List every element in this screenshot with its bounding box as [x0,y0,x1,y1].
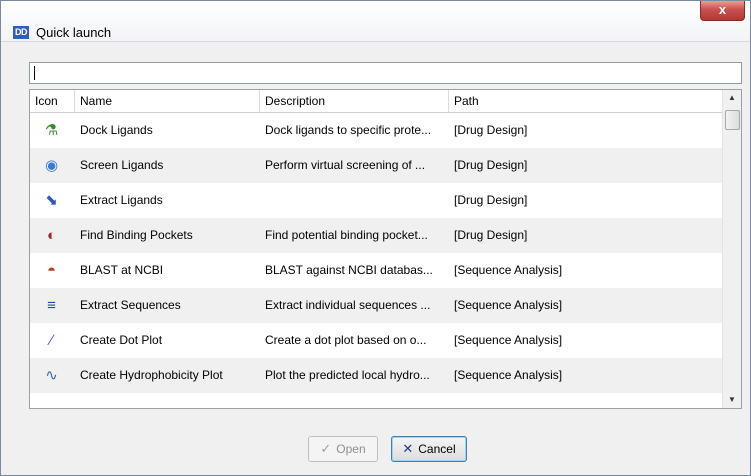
icon-cell: ≡ [30,288,75,323]
binding-pockets-icon: ◐ [46,227,57,244]
icon-cell: ◉ [30,148,75,183]
scroll-up-icon[interactable]: ▲ [723,90,741,106]
search-field[interactable] [29,62,742,84]
table-header: Icon Name Description Path [30,90,723,113]
extract-ligands-icon: ⬊ [45,192,58,209]
name-cell: Extract Ligands [80,193,163,207]
table-row[interactable]: ∕ Create Dot Plot Create a dot plot based … [30,323,723,358]
column-header-icon[interactable]: Icon [30,90,75,112]
table-row[interactable]: ≡ Extract Sequences Extract individual seq… [30,288,723,323]
table-row[interactable]: ⚗ Dock Ligands Dock ligands to specific pr… [30,113,723,148]
name-cell: Create Dot Plot [80,333,163,347]
table-row[interactable]: ⬊ Extract Ligands [Drug Design] [30,183,723,218]
checkmark-icon: ✓ [320,441,332,456]
icon-cell: ∕ [30,323,75,358]
scrollbar-thumb[interactable] [725,110,740,130]
name-cell: Screen Ligands [80,158,164,172]
hydrophobicity-plot-icon: ∿ [45,367,58,384]
path-cell: [Sequence Analysis] [454,263,563,277]
name-cell: Dock Ligands [80,123,153,137]
path-cell: [Sequence Analysis] [454,368,563,382]
path-cell: [Drug Design] [454,158,528,172]
cancel-button-label: Cancel [418,442,456,456]
extract-sequences-icon: ≡ [47,297,56,314]
column-header-path[interactable]: Path [449,90,723,112]
path-cell: [Sequence Analysis] [454,333,563,347]
name-cell: Find Binding Pockets [80,228,193,242]
dot-plot-icon: ∕ [50,332,53,349]
open-button-label: Open [336,442,366,456]
scroll-down-icon[interactable]: ▼ [723,392,741,408]
table-row[interactable]: ◐ Find Binding Pockets Find potential bind… [30,218,723,253]
icon-cell: ⬊ [30,183,75,218]
path-cell: [Drug Design] [454,193,528,207]
search-input[interactable] [37,65,727,81]
cancel-button[interactable]: ✕ Cancel [391,436,467,462]
name-cell: BLAST at NCBI [80,263,164,277]
table-row[interactable]: ◓ BLAST at NCBI BLAST against NCBI databas… [30,253,723,288]
text-caret [34,66,35,80]
table-row[interactable]: ∿ Create Hydrophobicity Plot Plot the pred… [30,358,723,393]
name-cell: Extract Sequences [80,298,181,312]
vertical-scrollbar[interactable]: ▲ ▼ [722,90,741,408]
path-cell: [Sequence Analysis] [454,298,563,312]
dock-ligands-icon: ⚗ [44,122,59,139]
description-cell: Plot the predicted local hydro... [265,368,430,382]
x-icon: ✕ [402,441,414,456]
app-icon: DD [13,26,29,39]
path-cell: [Drug Design] [454,228,528,242]
open-button[interactable]: ✓ Open [308,436,378,462]
window-title: Quick launch [36,25,112,40]
column-header-description[interactable]: Description [260,90,449,112]
icon-cell: ◓ [30,253,75,288]
path-cell: [Drug Design] [454,123,528,137]
screen-ligands-icon: ◉ [44,157,59,174]
close-button[interactable]: x [700,1,745,21]
description-cell: Create a dot plot based on o... [265,333,427,347]
description-cell: Perform virtual screening of ... [265,158,426,172]
description-cell: Dock ligands to specific prote... [265,123,432,137]
column-header-name[interactable]: Name [75,90,260,112]
table-row[interactable]: ◉ Screen Ligands Perform virtual screening… [30,148,723,183]
description-cell: Extract individual sequences ... [265,298,431,312]
icon-cell: ∿ [30,358,75,393]
description-cell: BLAST against NCBI databas... [265,263,433,277]
description-cell [265,183,450,218]
tools-table: Icon Name Description Path ⚗ Dock Ligands… [29,89,742,409]
blast-icon: ◓ [46,262,57,279]
icon-cell: ⚗ [30,113,75,148]
description-cell: Find potential binding pocket... [265,228,428,242]
icon-cell: ◐ [30,218,75,253]
title-bar[interactable]: DD Quick launch x [1,1,750,42]
name-cell: Create Hydrophobicity Plot [80,368,223,382]
quick-launch-dialog: DD Quick launch x Icon Name Description … [0,0,751,476]
